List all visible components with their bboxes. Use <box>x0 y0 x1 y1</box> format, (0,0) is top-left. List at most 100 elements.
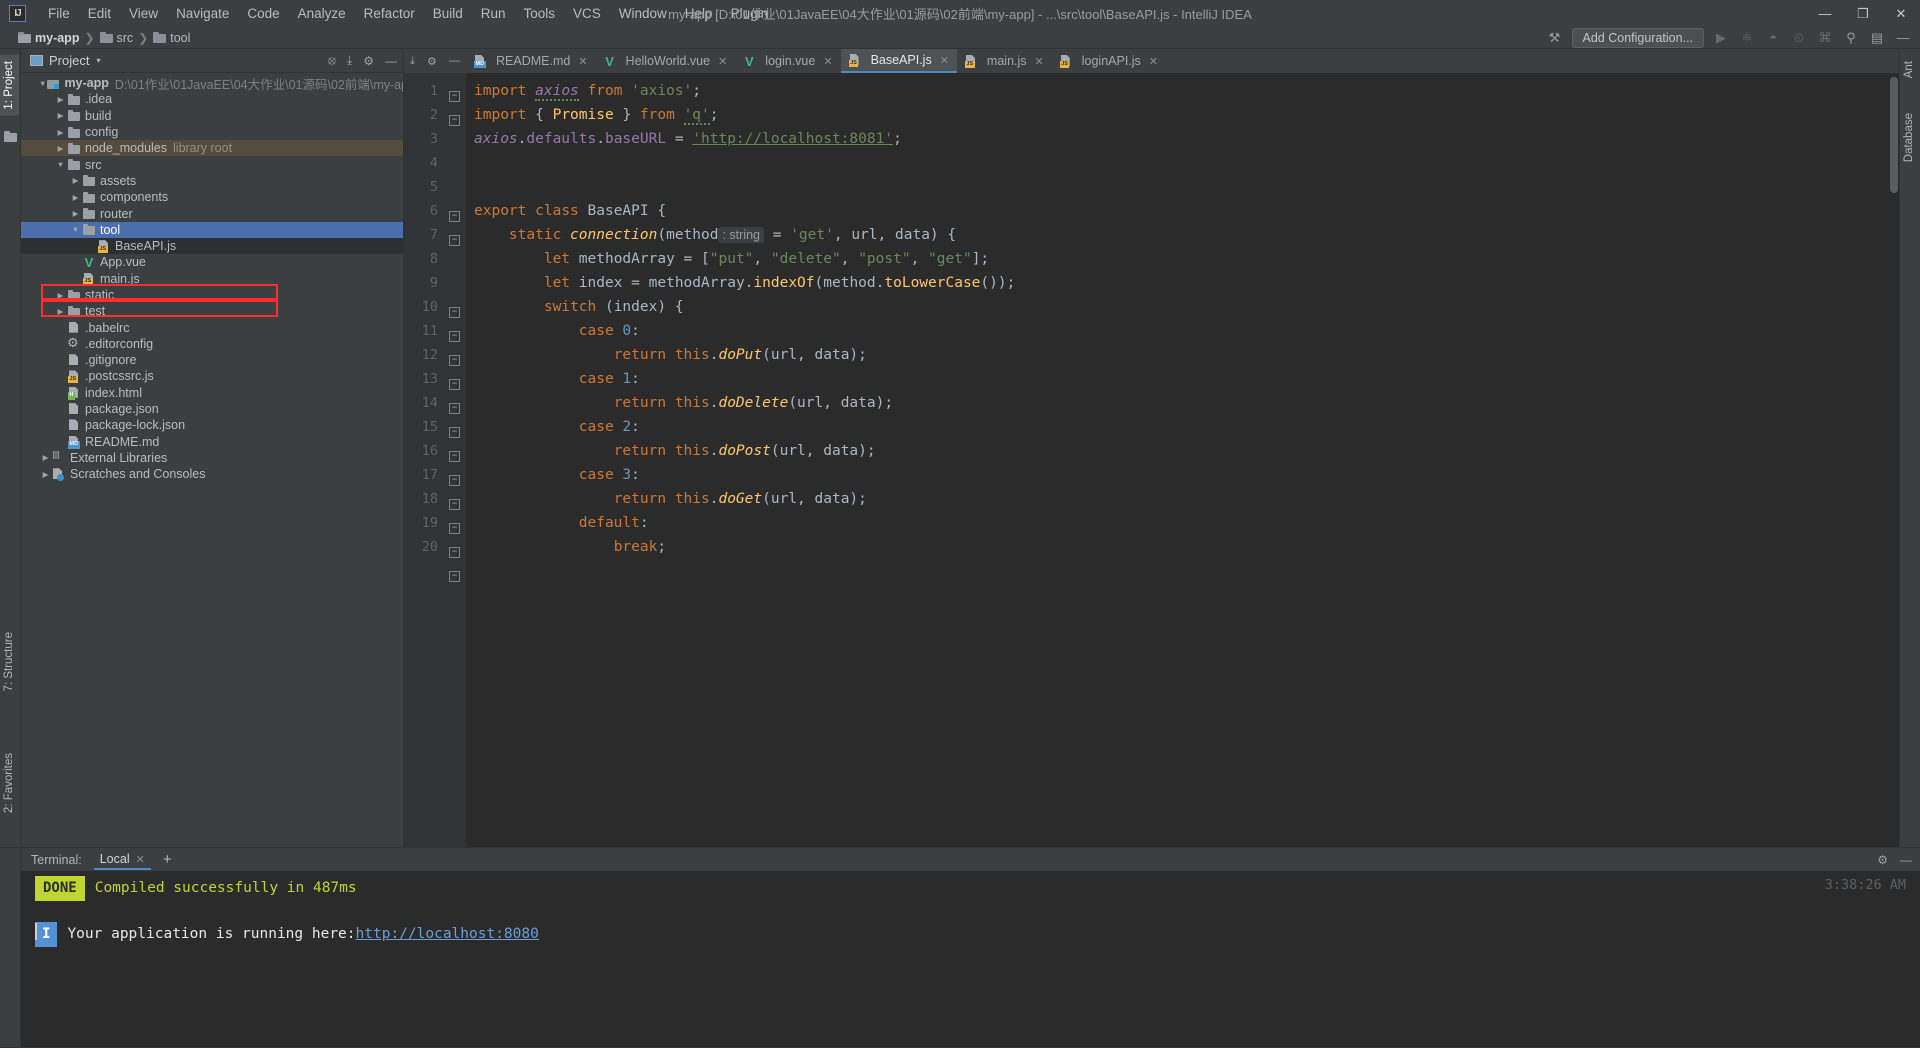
tree-item-src[interactable]: ▼ src <box>21 156 403 172</box>
code-fold-icon[interactable]: − <box>449 499 460 510</box>
code-fold-icon[interactable]: − <box>449 235 460 246</box>
code-fold-icon[interactable]: − <box>449 403 460 414</box>
code-fold-icon[interactable]: − <box>449 355 460 366</box>
maximize-button[interactable]: ❐ <box>1844 0 1882 27</box>
locate-target-icon[interactable]: ⦻ <box>328 53 336 68</box>
sidebar-toggle-icon[interactable]: ▤ <box>1868 30 1886 46</box>
folder-icon[interactable] <box>4 131 17 142</box>
chevron-right-icon[interactable]: ▶ <box>69 176 82 185</box>
tree-item-externallibraries[interactable]: ▶ External Libraries <box>21 450 403 466</box>
tree-item-readme.md[interactable]: MD README.md <box>21 434 403 450</box>
chevron-right-icon[interactable]: ▶ <box>69 209 82 218</box>
close-icon[interactable]: ✕ <box>1035 55 1044 68</box>
editor-scrollbar[interactable] <box>1890 77 1898 193</box>
code-fold-icon[interactable]: − <box>449 571 460 582</box>
chevron-right-icon[interactable]: ▶ <box>54 144 67 153</box>
code-fold-icon[interactable]: − <box>449 451 460 462</box>
breadcrumb-item-src[interactable]: src <box>99 31 133 45</box>
tree-item-config[interactable]: ▶ config <box>21 124 403 140</box>
close-icon[interactable]: ✕ <box>1149 55 1158 68</box>
settings-gear-icon[interactable]: ⚙ <box>363 54 374 68</box>
code-fold-icon[interactable]: − <box>449 115 460 126</box>
hide-panel-icon[interactable]: — <box>449 55 460 67</box>
tab-baseapi-js[interactable]: JS BaseAPI.js ✕ <box>840 49 957 73</box>
sidebar-item-favorites[interactable]: 2: Favorites <box>0 747 19 819</box>
sidebar-item-ant[interactable]: Ant <box>1899 55 1919 84</box>
tree-item-main.js[interactable]: JS main.js <box>21 271 403 287</box>
minimize-panel-icon[interactable]: — <box>1894 30 1912 45</box>
minimize-button[interactable]: — <box>1806 0 1844 27</box>
code-fold-icon[interactable]: − <box>449 331 460 342</box>
menu-item-edit[interactable]: Edit <box>79 2 120 25</box>
tree-item-app.vue[interactable]: V App.vue <box>21 254 403 270</box>
chevron-right-icon[interactable]: ▶ <box>69 193 82 202</box>
code-fold-icon[interactable]: − <box>449 427 460 438</box>
code-fold-icon[interactable]: − <box>449 307 460 318</box>
add-configuration-button[interactable]: Add Configuration... <box>1571 27 1704 48</box>
tree-item-test[interactable]: ▶ test <box>21 303 403 319</box>
build-hammer-icon[interactable]: ⚒ <box>1546 30 1564 46</box>
project-tree[interactable]: ▼ my-app D:\01作业\01JavaEE\04大作业\01源码\02前端\… <box>21 73 403 847</box>
chevron-right-icon[interactable]: ▶ <box>39 470 52 479</box>
run-icon[interactable]: ▶ <box>1712 30 1730 46</box>
collapse-all-icon[interactable]: ⤓ <box>347 53 352 68</box>
close-button[interactable]: ✕ <box>1882 0 1920 27</box>
sidebar-item-database[interactable]: Database <box>1899 107 1919 168</box>
chevron-right-icon[interactable]: ▶ <box>54 307 67 316</box>
tree-item-.babelrc[interactable]: B .babelrc <box>21 319 403 335</box>
menu-item-run[interactable]: Run <box>472 2 515 25</box>
tree-item-package.json[interactable]: {} package.json <box>21 401 403 417</box>
chevron-right-icon[interactable]: ▶ <box>54 128 67 137</box>
menu-item-build[interactable]: Build <box>424 2 472 25</box>
menu-item-refactor[interactable]: Refactor <box>355 2 424 25</box>
menu-item-analyze[interactable]: Analyze <box>289 2 355 25</box>
chevron-down-icon[interactable]: ▾ <box>96 56 100 65</box>
tree-item-router[interactable]: ▶ router <box>21 205 403 221</box>
tree-item-.postcssrc.js[interactable]: JS .postcssrc.js <box>21 368 403 384</box>
tab-readme-md[interactable]: MD README.md ✕ <box>466 49 596 73</box>
attach-icon[interactable]: ⌘ <box>1816 30 1834 46</box>
close-icon[interactable]: ✕ <box>136 853 145 866</box>
menu-item-vcs[interactable]: VCS <box>564 2 610 25</box>
menu-item-window[interactable]: Window <box>610 2 676 25</box>
new-terminal-button[interactable]: + <box>163 851 172 868</box>
sidebar-item-project[interactable]: 1: Project <box>0 55 19 116</box>
chevron-down-icon[interactable]: ▼ <box>54 160 67 169</box>
hide-panel-icon[interactable]: — <box>1900 853 1912 867</box>
tree-item-package-lock.json[interactable]: {} package-lock.json <box>21 417 403 433</box>
tab-main-js[interactable]: JS main.js ✕ <box>957 49 1052 73</box>
code-fold-icon[interactable]: − <box>449 475 460 486</box>
chevron-right-icon[interactable]: ▶ <box>54 111 67 120</box>
tree-item-assets[interactable]: ▶ assets <box>21 173 403 189</box>
tree-item-my-app[interactable]: ▼ my-app D:\01作业\01JavaEE\04大作业\01源码\02前端\… <box>21 75 403 92</box>
tree-item-build[interactable]: ▶ build <box>21 108 403 124</box>
code-fold-icon[interactable]: − <box>449 379 460 390</box>
tree-item-.idea[interactable]: ▶ .idea <box>21 91 403 107</box>
tree-item-index.html[interactable]: Hindex.html <box>21 385 403 401</box>
code-fold-icon[interactable]: − <box>449 523 460 534</box>
code-fold-icon[interactable]: − <box>449 547 460 558</box>
close-icon[interactable]: ✕ <box>578 55 587 68</box>
chevron-right-icon[interactable]: ▶ <box>54 95 67 104</box>
code-fold-icon[interactable]: − <box>449 211 460 222</box>
code-fold-icon[interactable]: − <box>449 91 460 102</box>
menu-item-code[interactable]: Code <box>238 2 288 25</box>
chevron-down-icon[interactable]: ▼ <box>69 225 82 234</box>
tab-login-vue[interactable]: Vlogin.vue ✕ <box>735 49 840 73</box>
close-icon[interactable]: ✕ <box>823 55 832 68</box>
breadcrumb-item-my-app[interactable]: my-app <box>18 31 79 45</box>
chevron-right-icon[interactable]: ▶ <box>39 453 52 462</box>
terminal-tab-local[interactable]: Local ✕ <box>93 849 151 870</box>
tree-item-.gitignore[interactable]: G .gitignore <box>21 352 403 368</box>
terminal-output[interactable]: DONE Compiled successfully in 487ms I Yo… <box>21 871 1920 1047</box>
menu-item-file[interactable]: File <box>39 2 79 25</box>
menu-item-tools[interactable]: Tools <box>515 2 565 25</box>
sidebar-item-structure[interactable]: 7: Structure <box>0 626 19 697</box>
hide-panel-icon[interactable]: — <box>385 54 397 68</box>
tree-item-components[interactable]: ▶ components <box>21 189 403 205</box>
debug-icon[interactable]: ⚛ <box>1738 30 1756 46</box>
tree-item-scratchesandconsoles[interactable]: ▶ Scratches and Consoles <box>21 466 403 482</box>
close-icon[interactable]: ✕ <box>940 54 949 67</box>
tab-loginapi-js[interactable]: JS loginAPI.js ✕ <box>1052 49 1166 73</box>
collapse-all-icon[interactable]: ⤓ <box>410 55 415 68</box>
